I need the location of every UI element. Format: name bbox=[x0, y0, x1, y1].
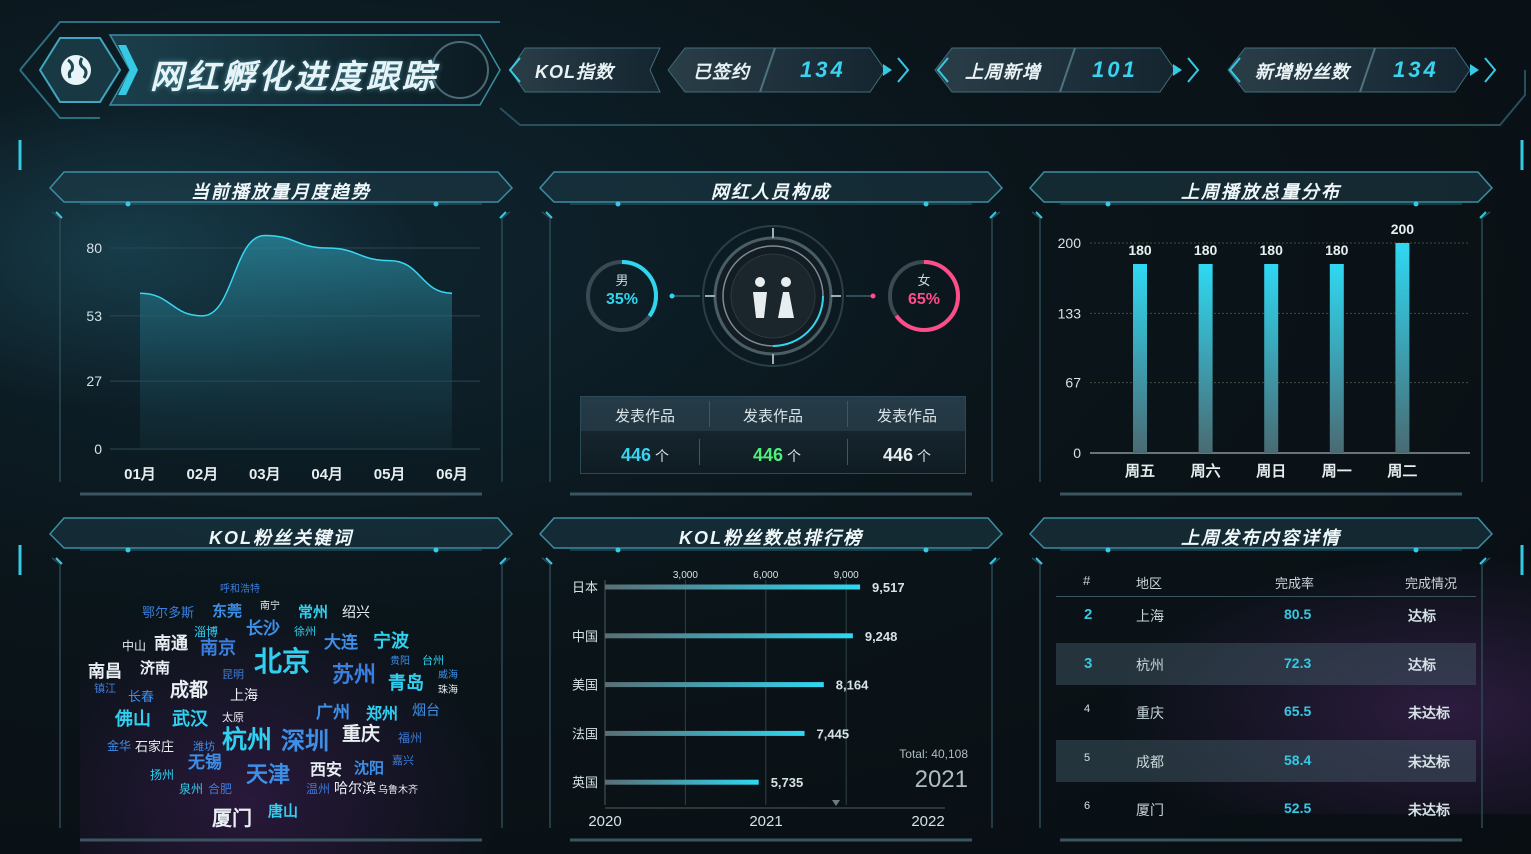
cell-rank: 6 bbox=[1084, 800, 1091, 813]
rank-xtick-2: 9,000 bbox=[834, 570, 859, 581]
rank-bar-label-0: 9,517 bbox=[872, 580, 905, 595]
cell-rank: 4 bbox=[1084, 703, 1091, 716]
rank-category-0: 日本 bbox=[572, 580, 598, 595]
cell-region: 成都 bbox=[1136, 753, 1164, 770]
cell-status: 达标 bbox=[1408, 608, 1436, 624]
rank-bar-1 bbox=[605, 633, 853, 639]
timeline-year-1: 2021 bbox=[749, 813, 782, 830]
table-row[interactable]: 4 重庆 65.5 未达标 bbox=[1056, 691, 1476, 733]
timeline-year-0: 2020 bbox=[588, 813, 621, 830]
rank-category-3: 法国 bbox=[572, 726, 598, 741]
cell-status: 达标 bbox=[1408, 656, 1436, 673]
cell-rate: 52.5 bbox=[1284, 800, 1312, 817]
rank-bar-2 bbox=[605, 682, 824, 688]
rank-category-1: 中国 bbox=[572, 629, 598, 644]
rank-xtick-1: 6,000 bbox=[753, 570, 778, 581]
cell-region: 上海 bbox=[1136, 608, 1164, 624]
cell-rank: 5 bbox=[1084, 751, 1091, 764]
rank-bar-label-2: 8,164 bbox=[836, 678, 869, 693]
rank-bar-label-1: 9,248 bbox=[865, 629, 898, 644]
cell-region: 厦门 bbox=[1136, 802, 1164, 819]
timeline-year-2: 2022 bbox=[911, 813, 944, 830]
table-row[interactable]: 2 上海 80.5 达标 bbox=[1056, 594, 1476, 636]
cell-status: 未达标 bbox=[1408, 802, 1450, 819]
details-header-rank: # bbox=[1083, 573, 1091, 588]
rank-bar-0 bbox=[605, 584, 861, 590]
cell-rate: 58.4 bbox=[1284, 751, 1312, 768]
rank-category-4: 英国 bbox=[572, 775, 598, 790]
rank-year: 2021 bbox=[915, 766, 968, 793]
rank-bar-4 bbox=[605, 779, 759, 785]
cell-rate: 65.5 bbox=[1284, 703, 1312, 720]
rank-bar-3 bbox=[605, 730, 805, 736]
cell-region: 杭州 bbox=[1136, 656, 1164, 673]
timeline-marker-icon bbox=[832, 800, 840, 806]
cell-status: 未达标 bbox=[1408, 753, 1450, 770]
rank-category-2: 美国 bbox=[572, 678, 598, 693]
details-header-status: 完成情况 bbox=[1405, 576, 1458, 591]
rank-bar-label-4: 5,735 bbox=[771, 775, 804, 790]
rank-xtick-0: 3,000 bbox=[673, 570, 698, 581]
table-row[interactable]: 5 成都 58.4 未达标 bbox=[1056, 739, 1476, 782]
cell-region: 重庆 bbox=[1136, 705, 1164, 722]
cell-status: 未达标 bbox=[1408, 705, 1450, 722]
cell-rank: 2 bbox=[1084, 606, 1093, 623]
rank-total: Total: 40,108 bbox=[899, 747, 968, 761]
cell-rank: 3 bbox=[1084, 654, 1093, 672]
cell-rate: 72.3 bbox=[1284, 654, 1312, 671]
table-row[interactable]: 6 厦门 52.5 未达标 bbox=[1056, 788, 1476, 830]
table-row[interactable]: 3 杭州 72.3 达标 bbox=[1056, 642, 1476, 685]
details-header-rate: 完成率 bbox=[1275, 576, 1315, 591]
details-header-region: 地区 bbox=[1136, 576, 1163, 591]
rank-bar-label-3: 7,445 bbox=[817, 726, 850, 741]
cell-rate: 80.5 bbox=[1284, 606, 1312, 622]
